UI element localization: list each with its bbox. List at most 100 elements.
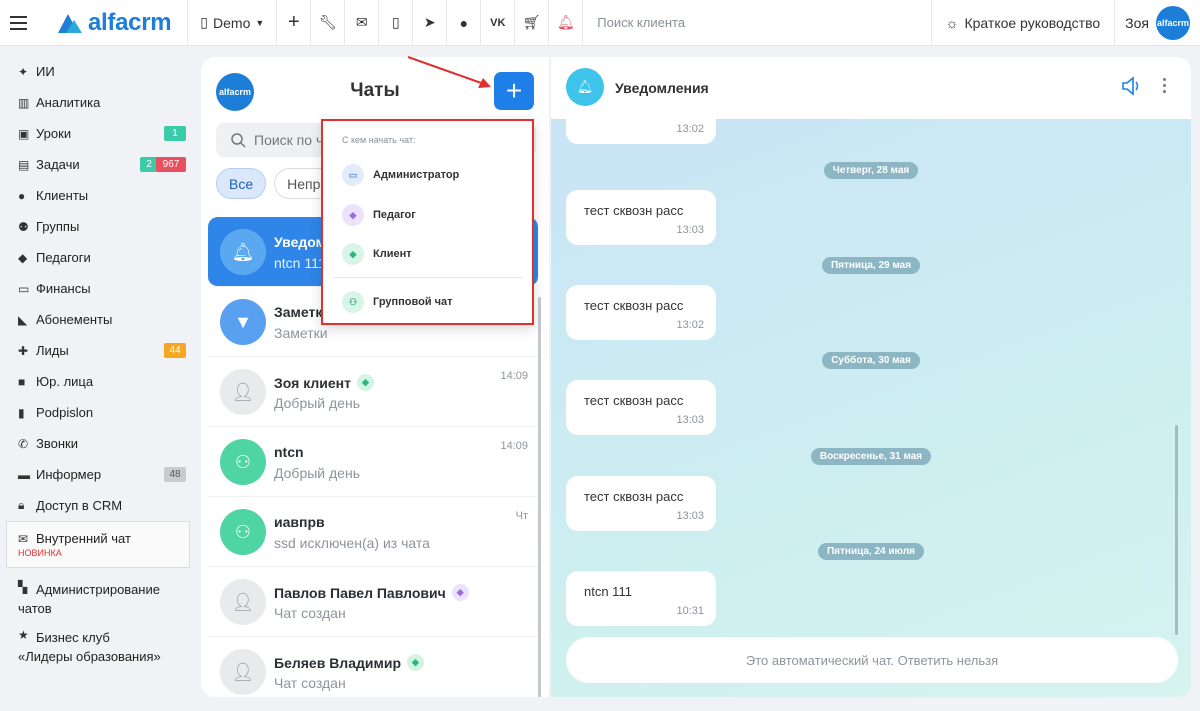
message-text: тест сквозн расс [584,489,684,504]
sidebar-item-teachers[interactable]: ◆ Педагоги [0,242,196,273]
sidebar-item-leads[interactable]: ✚ Лиды 44 [0,335,196,366]
sidebar-item-internal-chat[interactable]: ✉ Внутренний чат НОВИНКА [6,521,190,568]
chat-item-iavprv[interactable]: ⚇ иавпрв ssd исключен(а) из чата Чт [208,497,538,567]
menu-icon[interactable] [0,0,36,46]
teacher-icon: ◆ [342,204,364,226]
brand-logo[interactable]: alfacrm [36,0,189,46]
option-client[interactable]: ◆ Клиент [342,241,412,267]
option-teacher[interactable]: ◆ Педагог [342,202,416,228]
telegram-icon[interactable]: ➤ [413,0,448,46]
chat-time: 14:09 [500,370,528,382]
client-icon: ◆ [342,243,364,265]
quick-guide-link[interactable]: ☼ Краткое руководство [932,0,1116,46]
chat-list-header: alfacrm Чаты + [201,57,549,123]
cart-icon[interactable]: 🛒︎ [515,0,550,46]
chat-name-row: Беляев Владимир ◆ [274,654,424,671]
filter-all[interactable]: Все [216,168,267,199]
option-label: Администратор [373,169,460,181]
user-name: Зоя [1125,14,1149,31]
more-icon[interactable] [1163,78,1166,93]
chat-list-scrollbar[interactable] [538,297,541,697]
sidebar-item-tasks[interactable]: ▤ Задачи 2 967 [0,149,196,180]
circle-icon[interactable]: ● [447,0,482,46]
sidebar-item-groups[interactable]: ⚉ Группы [0,211,196,242]
speaker-icon[interactable] [1120,76,1142,96]
sidebar-item-calls[interactable]: ✆ Звонки [0,428,196,459]
conversation-scrollbar[interactable] [1175,425,1178,635]
demo-selector[interactable]: ▯ Demo ▼ [188,0,278,46]
message-thread: 13:02 Четверг, 28 мая тест сквозн расс 13… [551,119,1191,637]
bell-icon[interactable]: 🔔︎ [549,0,584,46]
sidebar-item-label: ИИ [36,64,55,79]
sidebar-item-legal[interactable]: ■ Юр. лица [0,366,196,397]
chat-name-row: Зоя клиент ◆ [274,374,374,391]
option-label: Групповой чат [373,296,453,308]
option-group-chat[interactable]: ⚇ Групповой чат [342,289,453,315]
date-label: Пятница, 29 мая [821,257,921,274]
sidebar-item-label: Бизнес клуб «Лидеры образования» [18,628,161,666]
sidebar-item-label: Доступ в CRM [36,498,123,513]
leads-badge: 44 [164,343,186,358]
message-bubble: тест сквозн расс 13:03 [566,380,716,435]
lessons-badge: 1 [164,126,186,141]
sidebar-item-label: Финансы [36,281,91,296]
calendar-icon: ▣ [18,126,30,141]
mail-icon: ✉ [18,531,29,546]
chat-item-zoya-client[interactable]: 👤︎ Зоя клиент ◆ Добрый день 14:09 [208,357,538,427]
option-administrator[interactable]: ▭ Администратор [342,162,459,188]
date-separator: Воскресенье, 31 мая [551,447,1191,465]
tasks-overdue-badge: 967 [156,157,186,172]
clipboard-icon: ▤ [18,157,30,172]
teacher-role-icon: ◆ [451,584,469,601]
wrench-icon[interactable]: 🔧︎ [311,0,346,46]
message-bubble: тест сквозн расс 13:02 [566,285,716,340]
phone-icon[interactable]: ▯ [379,0,414,46]
chat-name: Уведом [274,234,326,250]
user-menu[interactable]: Зоя alfacrm [1115,0,1200,46]
administrator-icon: ▭ [342,164,364,186]
mail-icon[interactable]: ✉ [345,0,380,46]
sidebar-item-crm-access[interactable]: 🔒︎ Доступ в CRM [0,490,196,521]
new-chat-button[interactable]: + [494,72,534,110]
sidebar-item-lessons[interactable]: ▣ Уроки 1 [0,118,196,149]
chat-last-message: Добрый день [274,395,360,411]
sidebar-item-label: Внутренний чат [36,531,131,546]
sidebar-item-podpislon[interactable]: ▮ Podpislon [0,397,196,428]
chat-item-belyaev[interactable]: 👤︎ Беляев Владимир ◆ Чат создан [208,637,538,697]
date-separator: Пятница, 29 мая [551,256,1191,274]
client-search-input[interactable]: Поиск клиента [583,0,932,46]
sidebar-item-label-line1: Бизнес клуб [36,630,110,645]
bell-icon: 🔔︎ [566,68,604,106]
briefcase-icon: ■ [18,374,26,389]
chat-admin-icon: ▚ [18,580,28,594]
sidebar-item-informer[interactable]: ▬ Информер 48 [0,459,196,490]
message-text: тест сквозн расс [584,298,684,313]
sidebar-item-analytics[interactable]: ▥ Аналитика [0,87,196,118]
message-bubble: 13:02 [566,119,716,144]
message-text: тест сквозн расс [584,393,684,408]
chat-item-pavlov[interactable]: 👤︎ Павлов Павел Павлович ◆ Чат создан [208,567,538,637]
date-label: Суббота, 30 мая [822,352,920,369]
sidebar-item-label: Аналитика [36,95,101,110]
bulletin-icon: ▬ [18,467,30,482]
vk-icon[interactable]: VK [481,0,516,46]
sidebar-item-ai[interactable]: ✦ ИИ [0,56,196,87]
sidebar-item-label: Юр. лица [36,374,94,389]
chat-last-message: Чат создан [274,605,346,621]
chat-item-ntcn[interactable]: ⚇ ntcn Добрый день 14:09 [208,427,538,497]
sidebar-item-clients[interactable]: ● Клиенты [0,180,196,211]
auto-chat-notice: Это автоматический чат. Ответить нельзя [566,637,1178,683]
lock-icon: 🔒︎ [18,498,25,512]
new-badge: НОВИНКА [18,548,62,558]
sidebar-item-chat-admin[interactable]: ▚ Администрирование чатов [0,574,196,622]
message-text: ntcn 111 [584,584,632,599]
graduation-cap-icon: ◆ [18,250,28,265]
sidebar-item-finance[interactable]: ▭ Финансы [0,273,196,304]
sidebar-item-subscriptions[interactable]: ◣ Абонементы [0,304,196,335]
chat-name: Зоя клиент [274,374,351,391]
alfa-logo-icon [58,13,82,33]
star-icon: ★ [18,628,29,642]
sidebar-item-business-club[interactable]: ★ Бизнес клуб «Лидеры образования» [0,622,196,670]
add-icon[interactable]: + [277,0,312,46]
chat-last-message: ssd исключен(а) из чата [274,535,430,551]
